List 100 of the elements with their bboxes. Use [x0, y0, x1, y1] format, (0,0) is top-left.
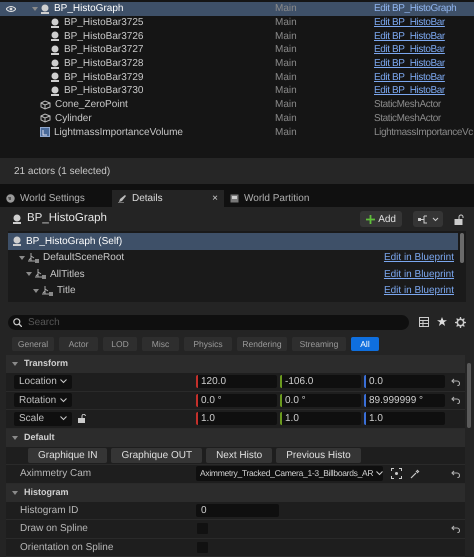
outliner-row[interactable]: LightmassImportanceVolume Main LightmassImportanceVc	[0, 125, 474, 139]
filter-tab[interactable]: All	[351, 337, 379, 351]
outliner-row[interactable]: Cylinder Main StaticMeshActor	[0, 112, 474, 126]
filter-tab[interactable]: Rendering	[237, 337, 287, 351]
edit-blueprint-link[interactable]: Edit BP_HistoBar	[374, 42, 445, 58]
number-field[interactable]: 0.0 °	[280, 394, 361, 407]
number-field[interactable]: 1.0	[196, 412, 277, 426]
layer-label: Main	[275, 30, 298, 44]
search-field[interactable]: Search	[8, 314, 409, 330]
globe-icon	[6, 194, 15, 203]
section-header[interactable]: Default	[6, 428, 465, 446]
layer-label: Main	[275, 84, 298, 98]
star-icon	[437, 317, 447, 327]
number-field[interactable]: 89.999999 °	[364, 394, 445, 407]
outliner-row[interactable]: BP_HistoBar3730 Main Edit BP_HistoBar	[0, 84, 474, 98]
filter-tab[interactable]: Actor	[59, 337, 98, 351]
actor-name: BP_HistoBar3726	[64, 30, 144, 44]
number-field[interactable]: 120.0	[196, 375, 277, 388]
scrollbar-thumb[interactable]	[460, 233, 464, 263]
edit-blueprint-link[interactable]: Edit BP_HistoBar	[374, 70, 445, 85]
section-header[interactable]: Histogram	[6, 484, 465, 502]
panel-tab[interactable]: Details ×	[112, 190, 224, 207]
actor-type: StaticMeshActor	[374, 98, 441, 112]
component-name: BP_HistoGraph (Self)	[26, 234, 124, 249]
edit-blueprint-link[interactable]: Edit BP_HistoBar	[374, 15, 445, 30]
property-label: Draw on Spline	[20, 522, 88, 536]
filter-tab[interactable]: Streaming	[292, 337, 346, 351]
panel-tab[interactable]: World Settings	[0, 190, 112, 207]
cube-icon	[40, 100, 51, 110]
edit-in-blueprint-link[interactable]: Edit in Blueprint	[384, 283, 454, 298]
transform-mode-dropdown[interactable]: Location	[14, 374, 72, 389]
plus-icon	[366, 214, 376, 224]
outliner-row[interactable]: BP_HistoBar3729 Main Edit BP_HistoBar	[0, 70, 474, 84]
layer-label: Main	[275, 126, 298, 140]
action-button[interactable]: Previous Histo	[276, 448, 361, 463]
outliner-row[interactable]: Cone_ZeroPoint Main StaticMeshActor	[0, 98, 474, 112]
chevron-down-icon	[60, 398, 67, 403]
actor-icon	[50, 18, 60, 28]
section-header[interactable]: Transform	[6, 355, 465, 373]
property-label: Orientation on Spline	[20, 540, 114, 555]
actor-type: StaticMeshActor	[374, 112, 441, 126]
volume-icon	[40, 127, 50, 138]
number-field[interactable]: 0.0 °	[196, 394, 277, 407]
outliner-row[interactable]: BP_HistoBar3728 Main Edit BP_HistoBar	[0, 56, 474, 70]
component-row[interactable]: DefaultSceneRoot Edit in Blueprint	[8, 250, 458, 266]
settings-icon	[455, 316, 466, 328]
panel-tab[interactable]: World Partition	[224, 190, 336, 207]
close-tab-button[interactable]: ×	[212, 191, 218, 206]
edit-in-blueprint-link[interactable]: Edit in Blueprint	[384, 250, 454, 266]
filter-tab[interactable]: Misc	[142, 337, 179, 351]
action-button[interactable]: Next Histo	[206, 448, 272, 463]
scene-component-icon	[35, 269, 46, 280]
asset-dropdown[interactable]: Aximmetry_Tracked_Camera_1-3_Billboards_AR	[196, 466, 383, 482]
transform-mode-dropdown[interactable]: Scale	[14, 412, 72, 426]
visibility-icon	[6, 6, 16, 12]
outliner-row[interactable]: BP_HistoBar3727 Main Edit BP_HistoBar	[0, 43, 474, 57]
component-row[interactable]: AllTitles Edit in Blueprint	[8, 266, 458, 282]
action-button[interactable]: Graphique IN	[28, 448, 108, 463]
actor-icon	[40, 4, 50, 14]
number-field[interactable]: 0.0	[364, 375, 445, 388]
edit-blueprint-link[interactable]: Edit BP_HistoBar	[374, 56, 445, 72]
number-field[interactable]: 1.0	[280, 412, 361, 426]
layer-label: Main	[275, 98, 298, 112]
edit-blueprint-link[interactable]: Edit BP_HistoBar	[374, 28, 445, 44]
number-field[interactable]: -106.0	[280, 375, 361, 388]
actor-icon	[50, 44, 60, 55]
number-field[interactable]: 0	[196, 504, 279, 517]
layer-label: Main	[275, 43, 298, 58]
edit-blueprint-link[interactable]: Edit BP_HistoGraph	[374, 1, 456, 16]
number-field[interactable]: 1.0	[364, 412, 445, 426]
component-name: DefaultSceneRoot	[43, 251, 126, 266]
add-component-button[interactable]: Add	[360, 211, 402, 227]
component-row[interactable]: Title Edit in Blueprint	[8, 282, 458, 299]
grid-icon	[230, 194, 239, 203]
chevron-down-icon	[60, 416, 67, 422]
actor-title: BP_HistoGraph	[27, 211, 108, 226]
actor-name: BP_HistoBar3729	[64, 70, 144, 85]
filter-tab[interactable]: LOD	[103, 337, 137, 351]
outliner-row[interactable]: BP_HistoBar3726 Main Edit BP_HistoBar	[0, 29, 474, 44]
scene-component-icon	[42, 286, 53, 296]
focus-frame-icon	[391, 468, 402, 480]
pencil-icon	[118, 194, 127, 203]
actor-icon	[12, 214, 22, 224]
edit-in-blueprint-link[interactable]: Edit in Blueprint	[384, 266, 454, 282]
actor-icon	[50, 72, 60, 82]
transform-mode-dropdown[interactable]: Rotation	[14, 393, 72, 408]
property-label: Aximmetry Cam	[20, 467, 92, 482]
outliner-row[interactable]: BP_HistoGraph Main Edit BP_HistoGraph	[0, 2, 474, 16]
filter-tab[interactable]: General	[12, 337, 54, 351]
layer-label: Main	[275, 2, 298, 16]
filter-tab[interactable]: Physics	[184, 337, 232, 351]
actor-name: BP_HistoBar3727	[64, 43, 144, 58]
scene-component-icon	[28, 252, 39, 263]
action-button[interactable]: Graphique OUT	[111, 448, 202, 463]
actor-name: BP_HistoBar3728	[64, 57, 144, 72]
actor-type: LightmassImportanceVc	[374, 126, 473, 140]
edit-blueprint-link[interactable]: Edit BP_HistoBar	[374, 83, 445, 98]
scrollbar-thumb[interactable]	[467, 363, 471, 428]
component-row[interactable]: BP_HistoGraph (Self)	[8, 233, 458, 250]
outliner-row[interactable]: BP_HistoBar3725 Main Edit BP_HistoBar	[0, 16, 474, 30]
